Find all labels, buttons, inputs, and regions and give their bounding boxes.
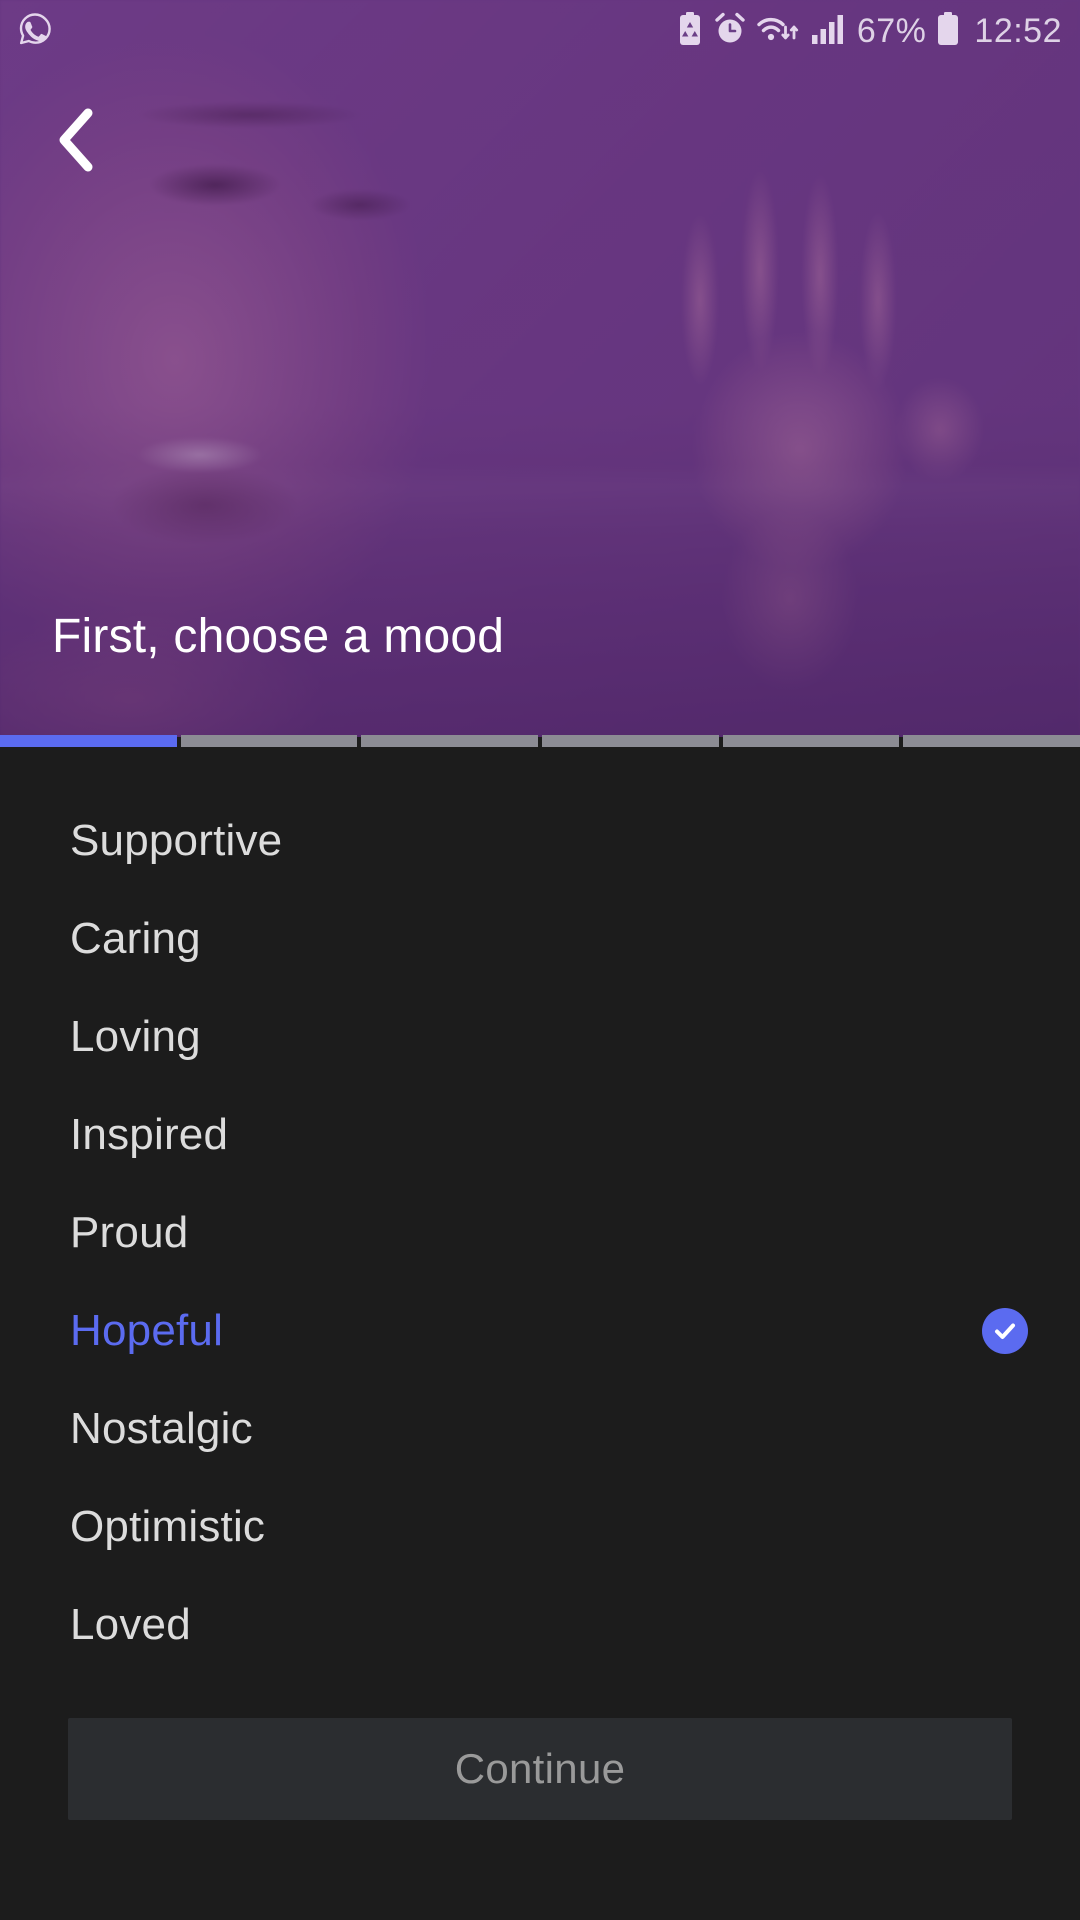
continue-button[interactable]: Continue xyxy=(68,1718,1012,1820)
mood-option-optimistic[interactable]: Optimistic xyxy=(0,1478,1080,1576)
progress-segment-1[interactable] xyxy=(0,735,177,747)
status-bar-notifications xyxy=(16,10,54,53)
mood-option-label: Loved xyxy=(70,1600,191,1649)
mood-option-label: Optimistic xyxy=(70,1502,266,1551)
mood-option-label: Caring xyxy=(70,914,201,963)
app-screen: First, choose a mood Supportive Caring L… xyxy=(0,0,1080,1920)
chevron-left-icon xyxy=(54,107,98,178)
progress-segment-4[interactable] xyxy=(542,735,719,747)
wifi-icon xyxy=(757,11,801,52)
progress-segment-6[interactable] xyxy=(903,735,1080,747)
hero-header: First, choose a mood xyxy=(0,0,1080,737)
battery-percent-label: 67% xyxy=(856,12,927,50)
mood-option-supportive[interactable]: Supportive xyxy=(0,792,1080,890)
battery-icon xyxy=(936,11,960,52)
progress-segment-5[interactable] xyxy=(722,735,900,747)
mood-option-proud[interactable]: Proud xyxy=(0,1184,1080,1282)
mood-option-inspired[interactable]: Inspired xyxy=(0,1086,1080,1184)
mood-option-loving[interactable]: Loving xyxy=(0,988,1080,1086)
step-progress-bar xyxy=(0,735,1080,747)
page-title: First, choose a mood xyxy=(52,610,505,663)
back-button[interactable] xyxy=(30,98,122,186)
clock-label: 12:52 xyxy=(974,12,1062,50)
progress-segment-2[interactable] xyxy=(180,735,358,747)
progress-segment-3[interactable] xyxy=(361,735,539,747)
mood-option-label: Supportive xyxy=(70,816,283,865)
mood-option-loved[interactable]: Loved xyxy=(0,1576,1080,1674)
check-icon xyxy=(982,1308,1028,1354)
status-bar-system: 67% 12:52 xyxy=(677,11,1062,52)
mood-list: Supportive Caring Loving Inspired Proud … xyxy=(0,792,1080,1674)
mood-option-label: Nostalgic xyxy=(70,1404,253,1453)
mood-option-label: Inspired xyxy=(70,1110,229,1159)
whatsapp-icon xyxy=(16,10,54,53)
mood-option-hopeful[interactable]: Hopeful xyxy=(0,1282,1080,1380)
status-bar: 67% 12:52 xyxy=(0,0,1080,62)
battery-saver-icon xyxy=(677,11,703,52)
mood-option-label: Loving xyxy=(70,1012,201,1061)
mood-option-label: Proud xyxy=(70,1208,189,1257)
mood-option-label: Hopeful xyxy=(70,1306,224,1355)
mood-option-caring[interactable]: Caring xyxy=(0,890,1080,988)
mood-option-nostalgic[interactable]: Nostalgic xyxy=(0,1380,1080,1478)
alarm-clock-icon xyxy=(713,11,747,52)
signal-bars-icon xyxy=(811,12,845,51)
